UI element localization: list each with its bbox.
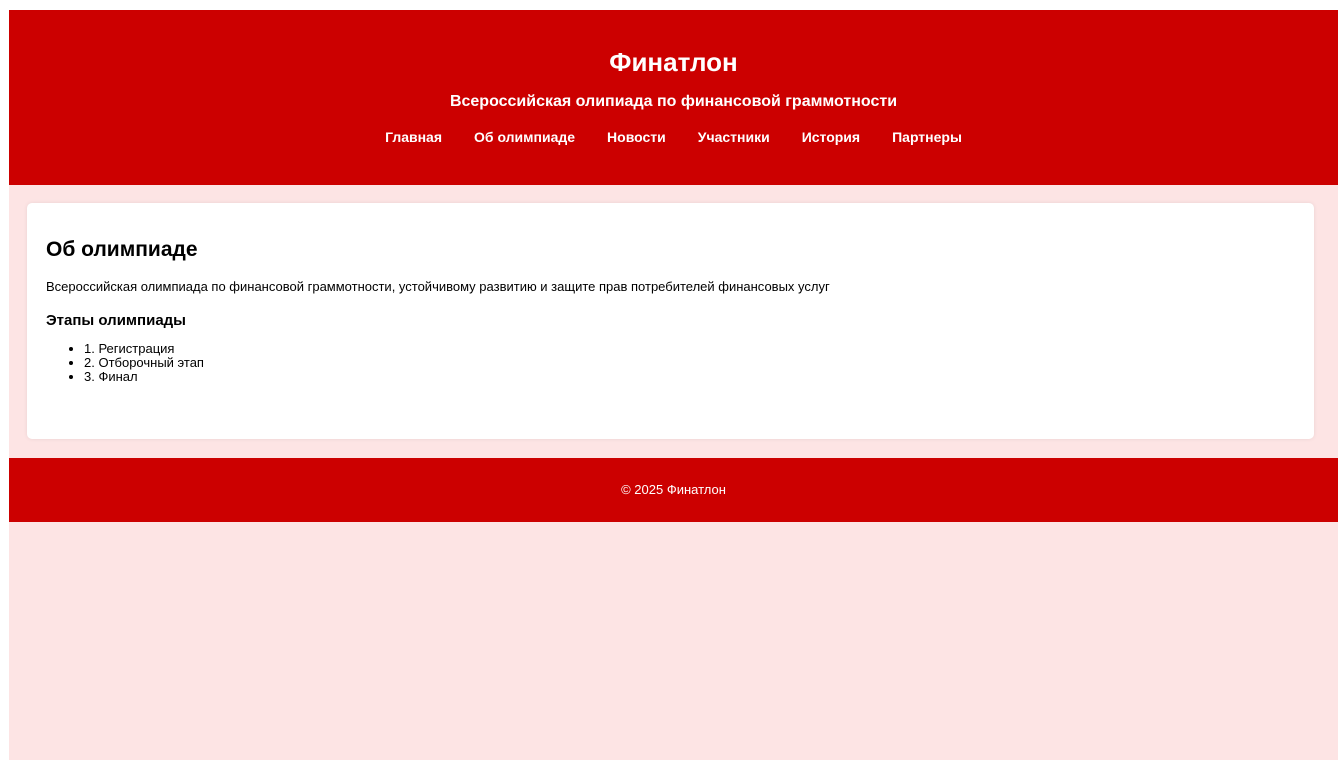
site-subtitle: Всероссийская олипиада по финансовой гра… — [449, 93, 898, 110]
stage-item-registration: 1. Регистрация — [84, 342, 1314, 356]
footer-copyright: © 2025 Финатлон — [621, 482, 726, 497]
stages-title: Этапы олимпиады — [46, 312, 186, 329]
main-nav: Главная Об олимпиаде Новости Участники И… — [9, 128, 1338, 146]
section-title: Об олимпиаде — [46, 238, 198, 261]
page: Финатлон Всероссийская олипиада по финан… — [9, 10, 1338, 760]
site-footer: © 2025 Финатлон — [9, 458, 1338, 522]
site-header: Финатлон Всероссийская олипиада по финан… — [9, 10, 1338, 185]
nav-item-news[interactable]: Новости — [607, 128, 666, 146]
section-description: Всероссийская олимпиада по финансовой гр… — [46, 279, 830, 294]
site-title: Финатлон — [609, 47, 738, 77]
nav-item-about[interactable]: Об олимпиаде — [474, 128, 575, 146]
nav-item-history[interactable]: История — [802, 128, 860, 146]
stage-item-final: 3. Финал — [84, 370, 1314, 384]
nav-item-participants[interactable]: Участники — [698, 128, 770, 146]
nav-item-home[interactable]: Главная — [385, 128, 442, 146]
nav-item-partners[interactable]: Партнеры — [892, 128, 962, 146]
about-card: Об олимпиаде Всероссийская олимпиада по … — [27, 203, 1314, 439]
stage-item-qualifying: 2. Отборочный этап — [84, 356, 1314, 370]
stages-list: 1. Регистрация 2. Отборочный этап 3. Фин… — [46, 342, 1314, 384]
